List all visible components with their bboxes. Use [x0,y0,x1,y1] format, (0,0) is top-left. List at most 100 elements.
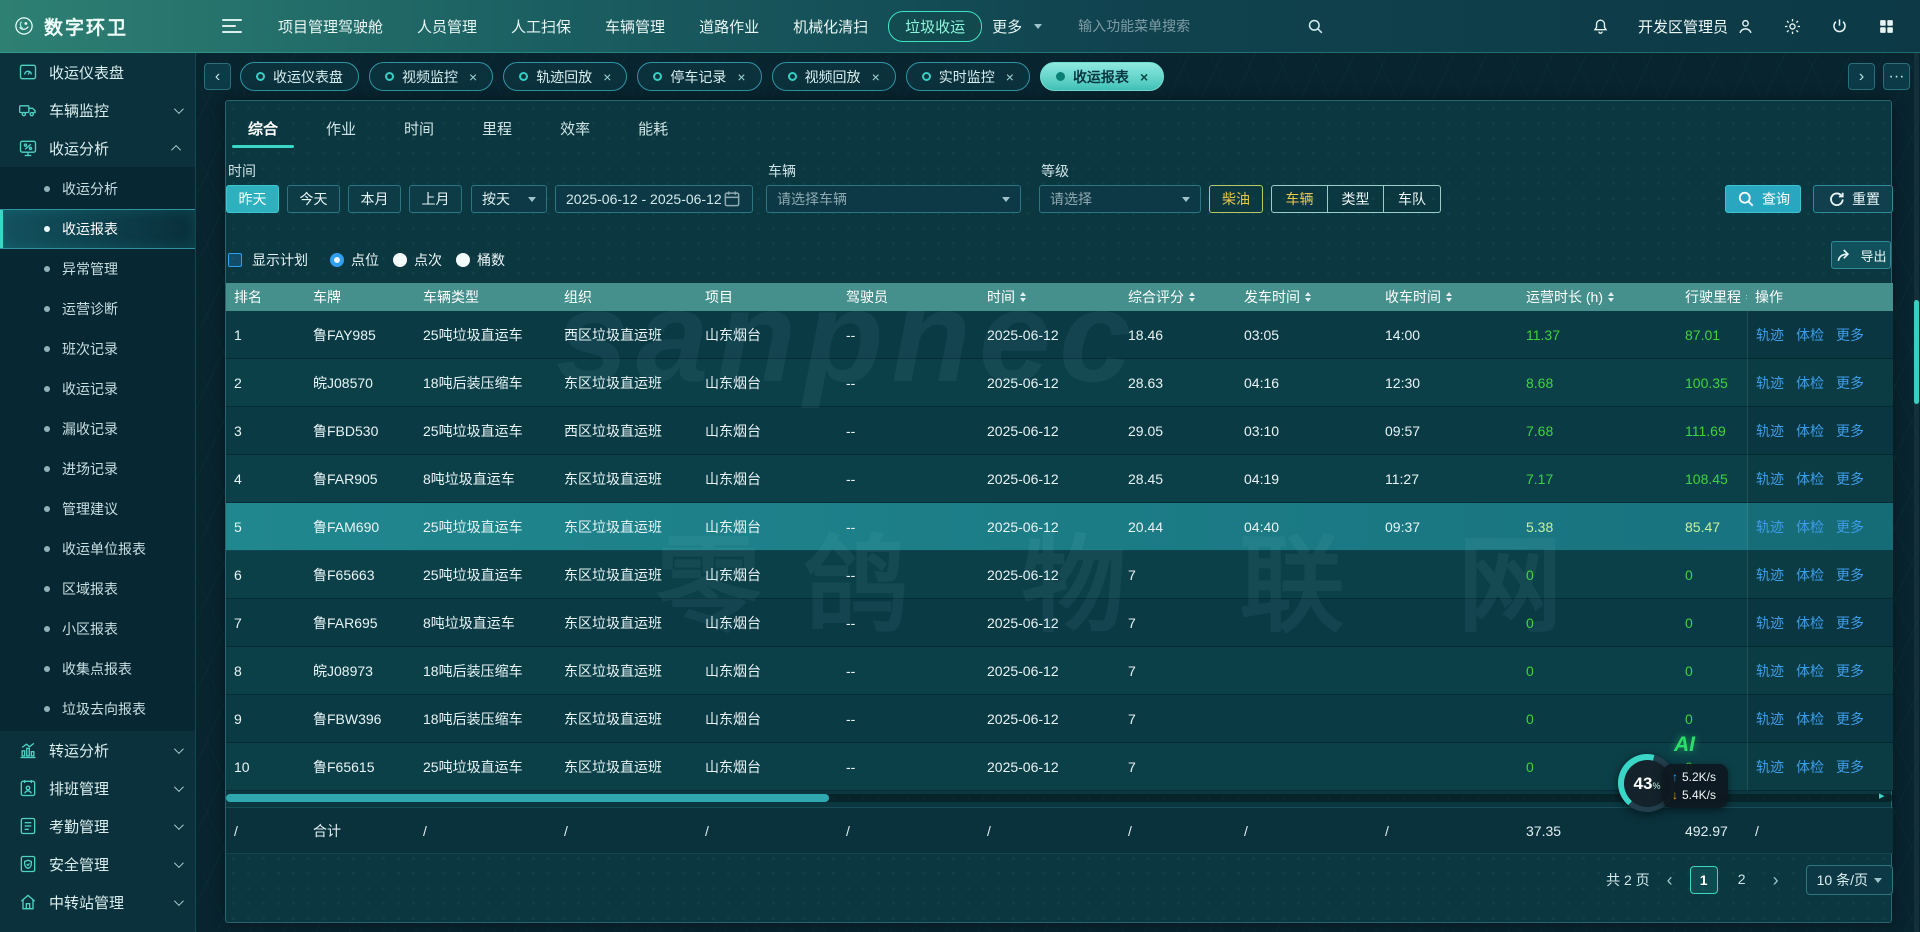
level-select[interactable]: 请选择 [1039,185,1201,213]
page-number-current[interactable]: 1 [1690,866,1718,894]
table-row[interactable]: 6鲁F6566325吨垃圾直运车东区垃圾直运班山东烟台--2025-06-127… [226,551,1893,599]
menu-toggle-icon[interactable] [222,15,242,37]
radio-icon[interactable] [456,253,470,267]
segment-button-active[interactable]: 车辆 [1272,186,1328,212]
table-row[interactable]: 1鲁FAY98525吨垃圾直运车西区垃圾直运班山东烟台--2025-06-121… [226,311,1893,359]
export-button[interactable]: 导出 [1831,241,1891,269]
report-subtab[interactable]: 里程 [482,118,512,139]
sidebar-subitem[interactable]: 班次记录 [0,329,195,369]
sidebar-subitem-active[interactable]: 收运报表 [0,209,195,249]
open-tab[interactable]: 视频监控× [369,62,493,91]
segment-button[interactable]: 类型 [1328,186,1384,212]
page-size-select[interactable]: 10 条/页 [1806,865,1893,895]
row-action-link[interactable]: 更多 [1836,565,1864,585]
power-logout-icon[interactable] [1830,17,1849,36]
report-subtab[interactable]: 时间 [404,118,434,139]
table-header-cell[interactable]: 发车时间 [1236,287,1377,307]
topnav-item[interactable]: 人员管理 [403,11,491,42]
sidebar-subitem[interactable]: 收集点报表 [0,649,195,689]
table-header-cell[interactable]: 综合评分 [1120,287,1236,307]
row-action-link[interactable]: 体检 [1796,325,1824,345]
row-action-link[interactable]: 体检 [1796,469,1824,489]
open-tab[interactable]: 收运仪表盘 [240,62,359,91]
sidebar-subitem[interactable]: 进场记录 [0,449,195,489]
sidebar-subitem[interactable]: 运营诊断 [0,289,195,329]
table-row[interactable]: 7鲁FAR6958吨垃圾直运车东区垃圾直运班山东烟台--2025-06-1270… [226,599,1893,647]
table-row[interactable]: 4鲁FAR9058吨垃圾直运车东区垃圾直运班山东烟台--2025-06-1228… [226,455,1893,503]
tabs-more-button[interactable]: ··· [1883,63,1910,90]
sort-icon[interactable] [1446,292,1452,302]
row-action-link[interactable]: 体检 [1796,517,1824,537]
row-action-link[interactable]: 更多 [1836,421,1864,441]
next-page-button[interactable]: › [1770,870,1782,891]
row-action-link[interactable]: 轨迹 [1756,373,1784,393]
row-action-link[interactable]: 更多 [1836,709,1864,729]
show-plan-checkbox[interactable] [228,253,242,267]
table-row[interactable]: 3鲁FBD53025吨垃圾直运车西区垃圾直运班山东烟台--2025-06-122… [226,407,1893,455]
row-action-link[interactable]: 更多 [1836,757,1864,777]
open-tab[interactable]: 实时监控× [906,62,1030,91]
row-action-link[interactable]: 更多 [1836,373,1864,393]
radio-option[interactable]: 桶数 [456,250,505,270]
close-icon[interactable]: × [872,69,880,85]
table-header-cell[interactable]: 运营时长 (h) [1518,287,1677,307]
notification-bell-icon[interactable] [1591,17,1610,36]
row-action-link[interactable]: 更多 [1836,661,1864,681]
radio-option[interactable]: 点次 [393,250,442,270]
row-action-link[interactable]: 轨迹 [1756,613,1784,633]
table-header-cell[interactable]: 收车时间 [1377,287,1518,307]
close-icon[interactable]: × [1140,69,1148,85]
nav-more-button[interactable]: 更多 [982,11,1052,42]
table-header-cell[interactable]: 时间 [979,287,1120,307]
scroll-right-arrow-icon[interactable]: ▸ [1879,789,1885,802]
sidebar-subitem[interactable]: 垃圾去向报表 [0,689,195,729]
row-action-link[interactable]: 体检 [1796,757,1824,777]
topnav-item[interactable]: 道路作业 [685,11,773,42]
sidebar-subitem[interactable]: 小区报表 [0,609,195,649]
sidebar-item[interactable]: 车辆监控 [0,91,195,129]
open-tab[interactable]: 停车记录× [637,62,761,91]
topnav-item-active[interactable]: 垃圾收运 [888,11,982,42]
row-action-link[interactable]: 体检 [1796,613,1824,633]
row-action-link[interactable]: 轨迹 [1756,517,1784,537]
sidebar-subitem[interactable]: 漏收记录 [0,409,195,449]
sidebar-item[interactable]: 收运仪表盘 [0,53,195,91]
date-range-input[interactable]: 2025-06-12 - 2025-06-12 [555,185,753,213]
sidebar-item[interactable]: 中转站管理 [0,883,195,921]
fuel-diesel-button[interactable]: 柴油 [1209,185,1263,213]
topnav-item[interactable]: 项目管理驾驶舱 [264,11,397,42]
tabs-scroll-right-button[interactable]: › [1848,63,1875,90]
report-subtab[interactable]: 作业 [326,118,356,139]
row-action-link[interactable]: 轨迹 [1756,709,1784,729]
sidebar-item[interactable]: 转运分析 [0,731,195,769]
sort-icon[interactable] [1305,292,1311,302]
close-icon[interactable]: × [737,69,745,85]
horizontal-scrollbar-thumb[interactable] [226,794,829,802]
row-action-link[interactable]: 轨迹 [1756,565,1784,585]
granularity-select[interactable]: 按天 [471,185,547,213]
row-action-link[interactable]: 体检 [1796,661,1824,681]
apps-grid-icon[interactable] [1877,17,1896,36]
sidebar-subitem[interactable]: 收运分析 [0,169,195,209]
sort-icon[interactable] [1608,292,1614,302]
sort-icon[interactable] [1189,292,1195,302]
sidebar-item[interactable]: 考勤管理 [0,807,195,845]
tabs-scroll-left-button[interactable]: ‹ [204,63,231,90]
settings-gear-icon[interactable] [1783,17,1802,36]
radio-option[interactable]: 点位 [330,250,379,270]
prev-page-button[interactable]: ‹ [1664,870,1676,891]
radio-icon[interactable] [393,253,407,267]
vertical-scrollbar-thumb[interactable] [1914,300,1919,404]
sort-icon[interactable] [1020,292,1026,302]
row-action-link[interactable]: 体检 [1796,709,1824,729]
search-input[interactable] [1078,18,1306,34]
topnav-item[interactable]: 车辆管理 [591,11,679,42]
quick-range-button[interactable]: 今天 [287,185,340,213]
table-row-selected[interactable]: 5鲁FAM69025吨垃圾直运车东区垃圾直运班山东烟台--2025-06-122… [226,503,1893,551]
sidebar-item[interactable]: 安全管理 [0,845,195,883]
close-icon[interactable]: × [469,69,477,85]
sidebar-subitem[interactable]: 区域报表 [0,569,195,609]
sidebar-item[interactable]: 收运分析 [0,129,195,167]
table-row[interactable]: 8皖J0897318吨后装压缩车东区垃圾直运班山东烟台--2025-06-127… [226,647,1893,695]
row-action-link[interactable]: 轨迹 [1756,421,1784,441]
